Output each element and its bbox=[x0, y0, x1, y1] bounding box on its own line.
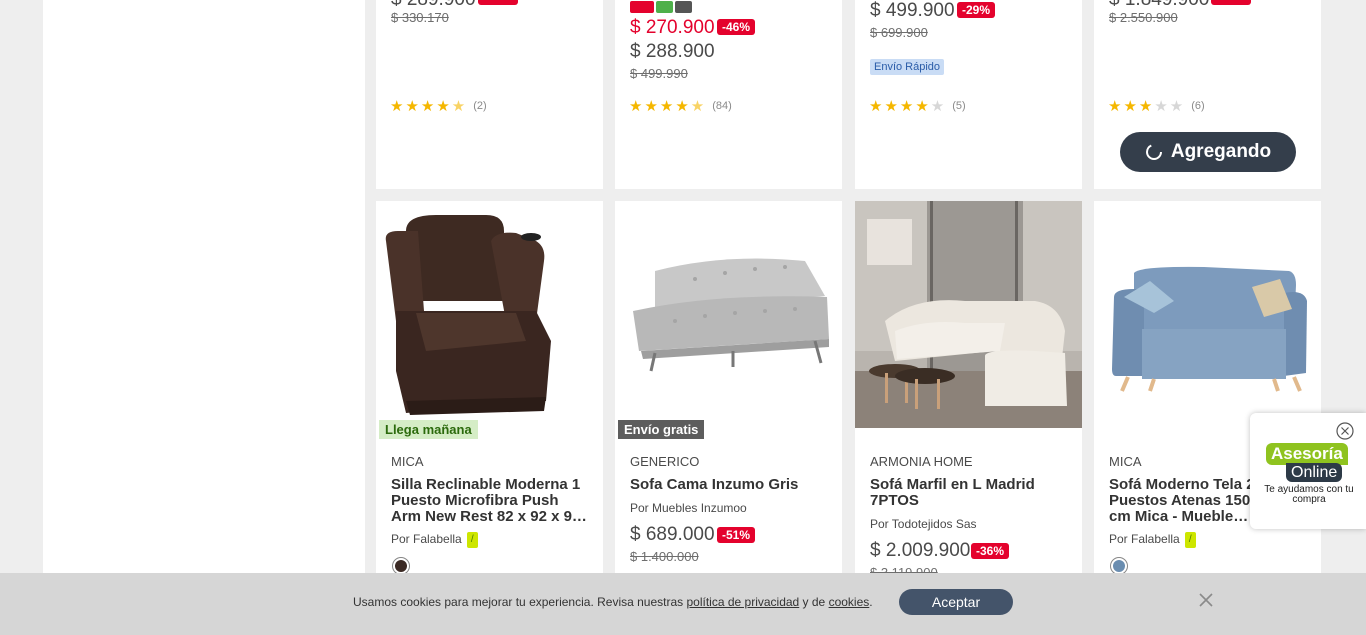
price: $ 689.000 bbox=[630, 524, 715, 545]
discount-badge: -46% bbox=[717, 19, 756, 35]
filters-sidebar bbox=[43, 0, 365, 635]
old-price: $ 2.550.900 bbox=[1109, 10, 1178, 25]
price: $ 288.900 bbox=[630, 41, 715, 62]
advisory-subtitle-label: Online bbox=[1286, 463, 1343, 482]
brand: ARMONIA HOME bbox=[870, 454, 973, 469]
review-count: (5) bbox=[952, 100, 966, 112]
product-card[interactable]: ARMONIA HOME Sofá Marfil en L Madrid 7PT… bbox=[855, 201, 1082, 635]
cookie-text: Usamos cookies para mejorar tu experienc… bbox=[353, 595, 687, 609]
product-image[interactable] bbox=[1094, 201, 1321, 430]
product-image[interactable] bbox=[376, 201, 603, 430]
falabella-icon: / bbox=[466, 532, 478, 548]
product-card[interactable]: Envío gratis GENERICO Sofa Cama Inzumo G… bbox=[615, 201, 842, 635]
price: $ 499.900 bbox=[870, 0, 955, 21]
debito-icon bbox=[675, 1, 692, 13]
button-label: Agregando bbox=[1170, 141, 1272, 162]
product-name[interactable]: Sofa Cama Inzumo Gris bbox=[630, 477, 830, 493]
cookie-message: Usamos cookies para mejorar tu experienc… bbox=[353, 595, 873, 609]
discount-badge: -51% bbox=[717, 527, 756, 543]
spinner-icon bbox=[1145, 144, 1162, 160]
rating-stars: ★★★★ ★ (2) bbox=[390, 98, 487, 115]
product-card[interactable]: Llega mañana MICA Silla Reclinable Moder… bbox=[376, 201, 603, 635]
price: $ 2.009.900 bbox=[870, 540, 971, 561]
product-card[interactable]: $ 289.900 $ 330.170 ★★★★★ (2) bbox=[376, 0, 603, 189]
discount-badge: -29% bbox=[957, 2, 996, 18]
seller-name: Por Falabella bbox=[391, 532, 462, 547]
review-count: (84) bbox=[712, 100, 732, 112]
product-name[interactable]: Silla Reclinable Moderna 1 Puesto Microf… bbox=[391, 477, 591, 525]
seller: Por Todotejidos Sas bbox=[870, 517, 977, 531]
seller-name: Por Falabella bbox=[1109, 532, 1180, 547]
falabella-icon: / bbox=[1184, 532, 1196, 548]
cookies-link[interactable]: cookies bbox=[829, 595, 870, 609]
rating-stars: ★★★★ ★ (5) bbox=[869, 98, 966, 115]
product-image[interactable] bbox=[615, 201, 842, 430]
cookie-text-end: . bbox=[869, 595, 873, 609]
seller: Por Falabella / bbox=[391, 532, 478, 548]
seller: Por Muebles Inzumoo bbox=[630, 501, 747, 515]
advisory-help-text: Te ayudamos con tu compra bbox=[1264, 484, 1354, 505]
cookie-text-and: y de bbox=[799, 595, 829, 609]
product-name[interactable]: Sofá Marfil en L Madrid 7PTOS bbox=[870, 477, 1070, 509]
accept-cookies-button[interactable]: Aceptar bbox=[899, 589, 1013, 615]
old-price: $ 499.990 bbox=[630, 66, 688, 81]
old-price: $ 330.170 bbox=[391, 10, 449, 25]
seller: Por Falabella / bbox=[1109, 532, 1196, 548]
old-price: $ 699.900 bbox=[870, 25, 928, 40]
discount-badge: -36% bbox=[971, 543, 1010, 559]
old-price: $ 1.400.000 bbox=[630, 549, 699, 564]
cookie-banner: Usamos cookies para mejorar tu experienc… bbox=[0, 573, 1366, 635]
add-to-cart-button[interactable]: Agregando bbox=[1120, 132, 1296, 172]
cmr-icon bbox=[656, 1, 673, 13]
brand: MICA bbox=[391, 454, 424, 469]
online-advisory-widget[interactable]: Asesoría Online Te ayudamos con tu compr… bbox=[1250, 413, 1366, 529]
close-icon[interactable] bbox=[1198, 592, 1214, 608]
brand: GENERICO bbox=[630, 454, 700, 469]
sofa-bed-image bbox=[633, 258, 829, 372]
advisory-title: Asesoría bbox=[1266, 443, 1348, 465]
shipping-tag: Envío gratis bbox=[618, 420, 705, 439]
product-image[interactable] bbox=[855, 201, 1082, 428]
delivery-tag: Llega mañana bbox=[379, 420, 478, 439]
fast-shipping-badge: Envío Rápido bbox=[870, 59, 945, 75]
unica-icon bbox=[630, 1, 654, 13]
discount-badge bbox=[478, 0, 518, 5]
product-card[interactable]: $ 499.900 -29% $ 699.900 Envío Rápido ★★… bbox=[855, 0, 1082, 189]
brand: MICA bbox=[1109, 454, 1142, 469]
privacy-policy-link[interactable]: política de privacidad bbox=[686, 595, 799, 609]
review-count: (2) bbox=[473, 100, 487, 112]
discount-badge bbox=[1211, 0, 1251, 5]
blue-sofa-image bbox=[1112, 266, 1307, 392]
rating-stars: ★★★★ ★ (84) bbox=[629, 98, 732, 115]
cmr-price: $ 270.900 bbox=[630, 17, 715, 38]
review-count: (6) bbox=[1191, 100, 1205, 112]
l-sofa-image bbox=[855, 201, 1082, 428]
recliner-image bbox=[385, 215, 551, 415]
rating-stars: ★★★ ★★ (6) bbox=[1108, 98, 1205, 115]
product-card[interactable]: $ 270.900 -46% $ 288.900 $ 499.990 ★★★★ ★… bbox=[615, 0, 842, 189]
product-card[interactable]: $ 1.849.900 $ 2.550.900 ★★★★★ (6) Agrega… bbox=[1094, 0, 1321, 189]
close-icon[interactable] bbox=[1336, 422, 1354, 440]
payment-badges bbox=[630, 1, 692, 13]
